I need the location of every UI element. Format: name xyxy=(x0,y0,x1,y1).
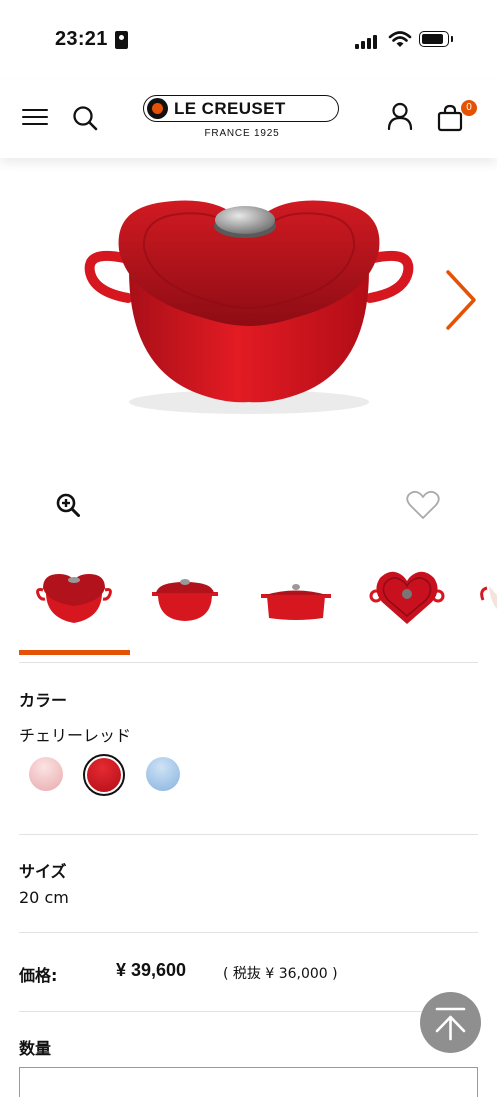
thumbnail-strip xyxy=(0,560,497,630)
battery-icon xyxy=(419,31,453,47)
chevron-right-icon[interactable] xyxy=(444,268,478,332)
thumbnail-2[interactable] xyxy=(144,560,226,630)
selected-color-name: チェリーレッド xyxy=(19,726,132,745)
thumbnail-3[interactable] xyxy=(255,560,337,630)
color-swatch-pink[interactable] xyxy=(29,757,63,791)
price-label: 価格: xyxy=(19,966,58,985)
quantity-label: 数量 xyxy=(19,1039,52,1058)
brand-logo[interactable]: LE CREUSET FRANCE 1925 xyxy=(143,95,341,145)
color-label: カラー xyxy=(19,691,68,710)
price-value: ¥ 39,600 xyxy=(116,960,187,980)
zoom-in-icon[interactable] xyxy=(56,493,80,517)
brand-tagline: FRANCE 1925 xyxy=(204,128,280,139)
id-card-icon xyxy=(115,31,128,49)
divider xyxy=(19,834,478,835)
thumbnail-5[interactable] xyxy=(477,560,497,630)
logo-pill: LE CREUSET xyxy=(143,95,339,122)
status-time: 23:21 xyxy=(55,28,108,50)
search-icon[interactable] xyxy=(72,105,98,131)
logo-mark-icon xyxy=(147,98,168,119)
status-bar: 23:21 xyxy=(0,0,497,80)
thumbnail-4[interactable] xyxy=(366,560,448,630)
divider xyxy=(19,1011,478,1012)
product-image xyxy=(84,200,414,414)
account-icon[interactable] xyxy=(387,102,413,130)
cellular-signal-icon xyxy=(355,33,381,49)
divider xyxy=(19,932,478,933)
divider xyxy=(19,662,478,663)
color-swatch-cherry-red[interactable] xyxy=(87,758,121,792)
size-value: 20 cm xyxy=(19,888,69,907)
brand-name: LE CREUSET xyxy=(174,99,286,118)
color-swatch-blue[interactable] xyxy=(146,757,180,791)
wifi-icon xyxy=(388,31,412,47)
thumbnail-1[interactable] xyxy=(33,560,115,630)
menu-icon[interactable] xyxy=(22,107,48,127)
size-label: サイズ xyxy=(19,862,67,881)
cart-icon[interactable] xyxy=(436,104,464,132)
product-image-gallery[interactable] xyxy=(0,160,497,460)
active-thumbnail-indicator xyxy=(19,650,130,655)
site-header: LE CREUSET FRANCE 1925 0 xyxy=(0,80,497,158)
heart-icon[interactable] xyxy=(406,490,440,520)
cart-count-badge: 0 xyxy=(461,100,477,116)
arrow-up-icon xyxy=(435,1007,466,1041)
price-tax-excluded: ( 税抜 ¥ 36,000 ) xyxy=(223,966,338,982)
back-to-top-button[interactable] xyxy=(420,992,481,1053)
quantity-select[interactable] xyxy=(19,1067,478,1097)
